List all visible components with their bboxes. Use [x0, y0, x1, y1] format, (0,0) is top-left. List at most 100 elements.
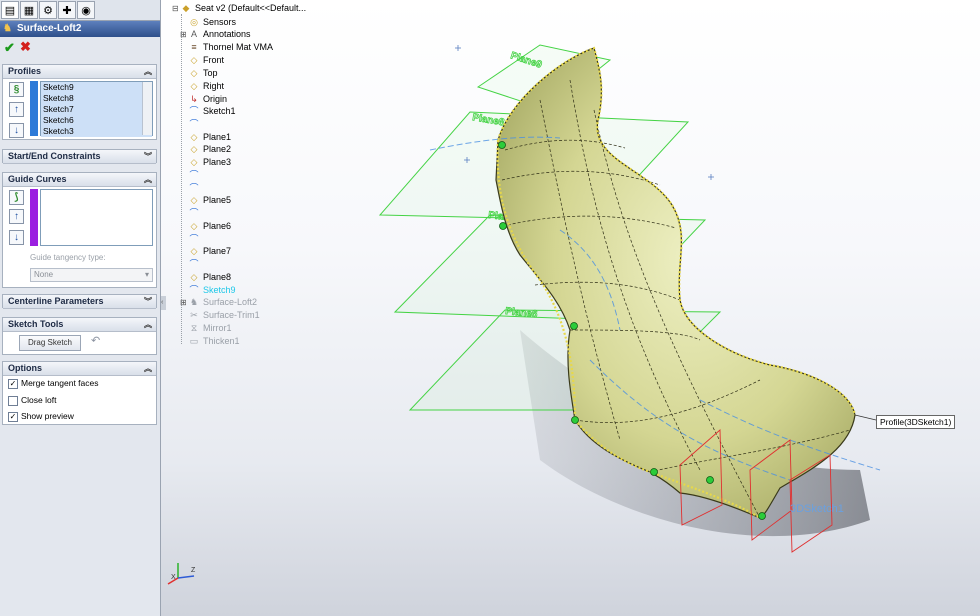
tree-item-right[interactable]: ◇ Right: [180, 80, 224, 93]
property-manager-tab[interactable]: ▦: [20, 1, 38, 19]
control-point[interactable]: [498, 141, 506, 149]
configuration-manager-tab[interactable]: ⚙: [39, 1, 57, 19]
undo-sketch-drag-icon[interactable]: ↶: [91, 334, 100, 347]
sketch-tools-header[interactable]: Sketch Tools ︽: [3, 318, 156, 332]
feature-manager-tab[interactable]: ▤: [1, 1, 19, 19]
plane-icon: ◇: [190, 246, 198, 256]
guide-curves-group: Guide Curves ︽ ⟆ ↑ ↓ Guide tangency type:…: [2, 172, 157, 288]
plane-icon: ◇: [190, 272, 198, 282]
tree-item-selected-sketch[interactable]: ⌒: [188, 258, 203, 271]
control-point[interactable]: [758, 512, 766, 520]
start-end-constraints-header[interactable]: Start/End Constraints ︾: [3, 150, 156, 164]
profile-item[interactable]: Sketch7: [41, 104, 152, 115]
sketch-icon: ⌒: [189, 183, 199, 193]
tree-item-label: Surface-Loft2: [203, 297, 258, 307]
tree-item-selected-sketch[interactable]: ⌒: [188, 118, 203, 131]
tree-item-mirror1[interactable]: ⧖ Mirror1: [180, 322, 232, 335]
reference-triad: X Z: [167, 563, 196, 585]
guide-curves-list[interactable]: [40, 189, 153, 246]
profile-item[interactable]: Sketch3: [41, 126, 152, 137]
tree-item-thicken1[interactable]: ▭ Thicken1: [180, 335, 240, 348]
show-preview-option[interactable]: ✓ Show preview: [8, 411, 74, 422]
profiles-header[interactable]: Profiles ︽: [3, 65, 156, 79]
sketch-label: 3DSketch1: [790, 503, 844, 515]
tree-item-label: Plane5: [203, 195, 232, 205]
control-point[interactable]: [650, 468, 658, 476]
move-down-button[interactable]: ↓: [9, 230, 24, 245]
display-manager-tab[interactable]: ◉: [77, 1, 95, 19]
dimxpert-tab[interactable]: ✚: [58, 1, 76, 19]
start-end-constraints-group: Start/End Constraints ︾: [2, 149, 157, 164]
options-header[interactable]: Options ︽: [3, 362, 156, 376]
tree-item-front[interactable]: ◇ Front: [180, 54, 224, 67]
tree-item-plane6[interactable]: ◇ Plane6: [180, 220, 232, 233]
tree-item-selected-sketch[interactable]: ⌒: [188, 233, 203, 246]
centerline-parameters-header[interactable]: Centerline Parameters ︾: [3, 295, 156, 309]
tree-item-label: Sketch9: [203, 285, 236, 295]
trim-icon: ✂: [190, 310, 198, 320]
profile-item[interactable]: Sketch9: [41, 82, 152, 93]
expand-icon[interactable]: ⊞: [180, 28, 188, 41]
tree-item-plane3[interactable]: ◇ Plane3: [180, 156, 232, 169]
profiles-scrollbar[interactable]: [142, 82, 152, 135]
expand-icon[interactable]: ⊞: [180, 296, 188, 309]
show-preview-checkbox[interactable]: ✓: [8, 411, 18, 422]
part-icon: ◆: [182, 3, 190, 13]
tree-item-selected-sketch[interactable]: ⌒: [188, 182, 203, 195]
tree-item-sketch1[interactable]: ⌒ Sketch1: [180, 105, 235, 118]
tree-item-surface-trim1[interactable]: ✂ Surface-Trim1: [180, 309, 259, 322]
merge-tangent-option[interactable]: ✓ Merge tangent faces: [8, 378, 99, 389]
tangency-type-select[interactable]: None ▾: [30, 268, 153, 282]
tree-item-plane5[interactable]: ◇ Plane5: [180, 194, 232, 207]
tree-item-plane8[interactable]: ◇ Plane8: [180, 271, 232, 284]
feature-title-bar: ♞ Surface-Loft2: [0, 21, 160, 37]
guide-curves-header[interactable]: Guide Curves ︽: [3, 173, 156, 187]
profiles-list[interactable]: Sketch9 Sketch8 Sketch7 Sketch6 Sketch3: [40, 81, 153, 137]
control-point[interactable]: [499, 222, 507, 230]
guide-curve-selection-icon: ⟆: [9, 190, 24, 205]
sketch-icon: ⌒: [189, 170, 199, 180]
tree-item-surface-loft2[interactable]: ⊞ ♞ Surface-Loft2: [180, 296, 257, 309]
tree-item-annotations[interactable]: ⊞ A Annotations: [180, 28, 251, 41]
options-group: Options ︽ ✓ Merge tangent faces Close loft…: [2, 361, 157, 425]
control-point[interactable]: [706, 476, 714, 484]
tree-item-top[interactable]: ◇ Top: [180, 67, 218, 80]
collapse-icon[interactable]: ⊟: [172, 2, 180, 15]
move-up-button[interactable]: ↑: [9, 102, 24, 117]
tree-item-selected-sketch[interactable]: ⌒: [188, 169, 203, 182]
centerline-parameters-group: Centerline Parameters ︾: [2, 294, 157, 309]
close-loft-option[interactable]: Close loft: [8, 395, 56, 406]
tree-item-selected-sketch[interactable]: ⌒: [188, 207, 203, 220]
move-down-button[interactable]: ↓: [9, 123, 24, 138]
control-point[interactable]: [570, 322, 578, 330]
ok-button[interactable]: ✔: [4, 40, 15, 56]
tree-item-label: Origin: [203, 94, 228, 104]
tree-item-plane2[interactable]: ◇ Plane2: [180, 143, 232, 156]
tree-item-label: Right: [203, 81, 225, 91]
tree-item-label: Plane1: [203, 132, 232, 142]
collapse-icon[interactable]: ︽: [144, 362, 152, 375]
drag-sketch-button[interactable]: Drag Sketch: [19, 335, 81, 351]
profile-item[interactable]: Sketch6: [41, 115, 152, 126]
profile-item[interactable]: Sketch8: [41, 93, 152, 104]
collapse-icon[interactable]: ︽: [144, 173, 152, 186]
cancel-button[interactable]: ✖: [20, 39, 31, 55]
merge-tangent-checkbox[interactable]: ✓: [8, 378, 18, 389]
collapse-icon[interactable]: ︽: [144, 318, 152, 331]
close-loft-checkbox[interactable]: [8, 395, 18, 406]
move-up-button[interactable]: ↑: [9, 209, 24, 224]
sketch-tools-group: Sketch Tools ︽ Drag Sketch ↶: [2, 317, 157, 355]
tree-item-label: Plane6: [203, 221, 232, 231]
expand-icon[interactable]: ︾: [144, 150, 152, 163]
sketch-icon: ⌒: [189, 119, 199, 129]
collapse-icon[interactable]: ︽: [144, 65, 152, 78]
expand-icon[interactable]: ︾: [144, 295, 152, 308]
graphics-viewport[interactable]: Plane9 Plane8 Plane7 Plane6: [162, 0, 980, 616]
mirror-icon: ⧖: [190, 323, 198, 333]
control-point[interactable]: [571, 416, 579, 424]
tree-item-plane7[interactable]: ◇ Plane7: [180, 245, 232, 258]
tree-item-thornel-mat-vma[interactable]: ≡ Thornel Mat VMA: [180, 41, 273, 54]
property-manager: ▤ ▦ ⚙ ✚ ◉ ♞ Surface-Loft2 ✔ ✖ Profiles ︽ §…: [0, 0, 161, 616]
tree-root[interactable]: ⊟ ◆ Seat v2 (Default<<Default...: [172, 2, 306, 15]
profile-callout[interactable]: Profile(3DSketch1): [876, 415, 956, 429]
